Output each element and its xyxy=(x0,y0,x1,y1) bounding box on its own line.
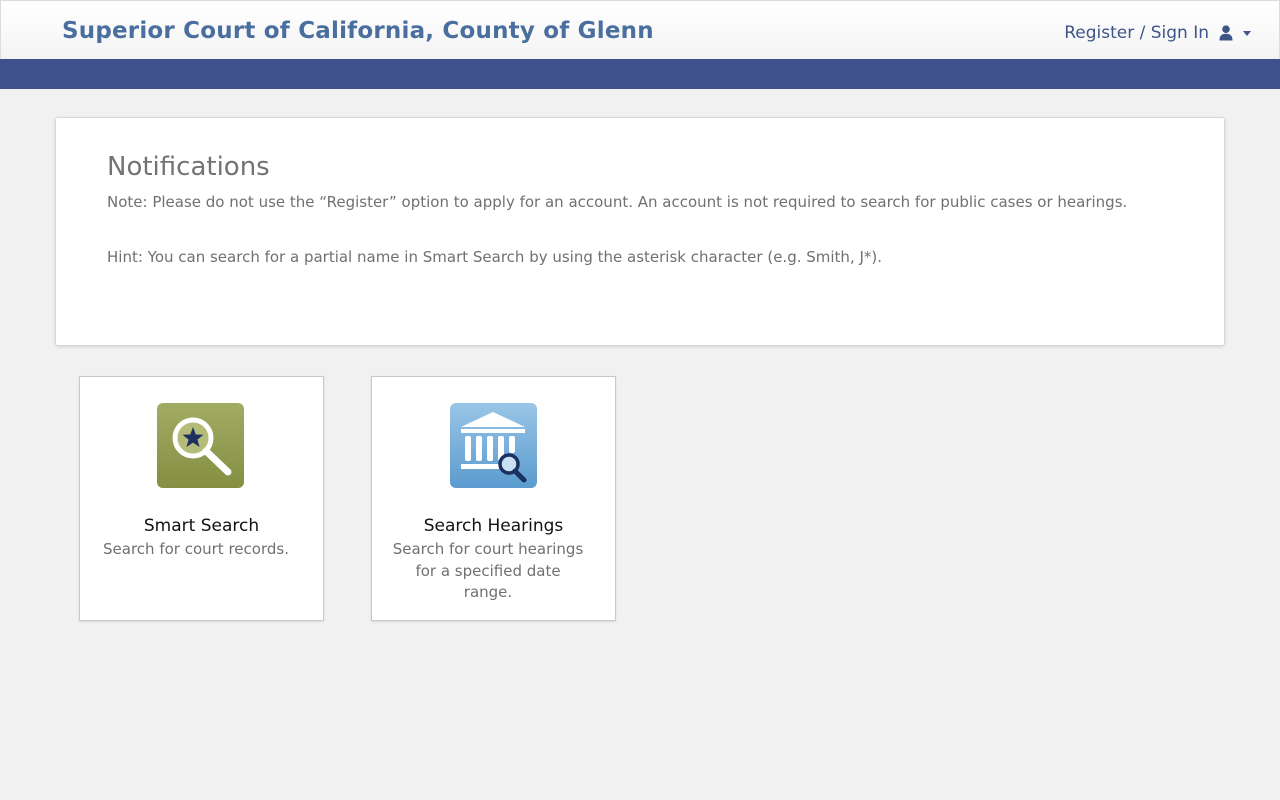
register-signin-menu[interactable]: Register / Sign In xyxy=(1064,23,1251,43)
smart-search-card[interactable]: Smart Search Search for court records. xyxy=(79,376,324,621)
user-icon xyxy=(1219,25,1233,41)
caret-down-icon[interactable] xyxy=(1243,30,1251,36)
courthouse-search-icon xyxy=(450,403,537,488)
notification-hint: Hint: You can search for a partial name … xyxy=(107,248,883,266)
search-hearings-description: Search for court hearings for a specifie… xyxy=(392,540,584,601)
search-hearings-card[interactable]: Search Hearings Search for court hearing… xyxy=(371,376,616,621)
notifications-title: Notifications xyxy=(107,152,270,182)
notifications-panel: Notifications Note: Please do not use th… xyxy=(55,117,1225,346)
site-title[interactable]: Superior Court of California, County of … xyxy=(62,18,654,44)
signin-label[interactable]: Register / Sign In xyxy=(1064,23,1209,43)
smart-search-icon xyxy=(157,403,244,488)
top-navbar: Superior Court of California, County of … xyxy=(0,0,1280,59)
notification-note: Note: Please do not use the “Register” o… xyxy=(107,193,1128,211)
smart-search-description: Search for court records. xyxy=(103,540,289,558)
header-accent-bar xyxy=(0,59,1280,89)
smart-search-title[interactable]: Smart Search xyxy=(80,516,323,536)
search-hearings-title[interactable]: Search Hearings xyxy=(372,516,615,536)
